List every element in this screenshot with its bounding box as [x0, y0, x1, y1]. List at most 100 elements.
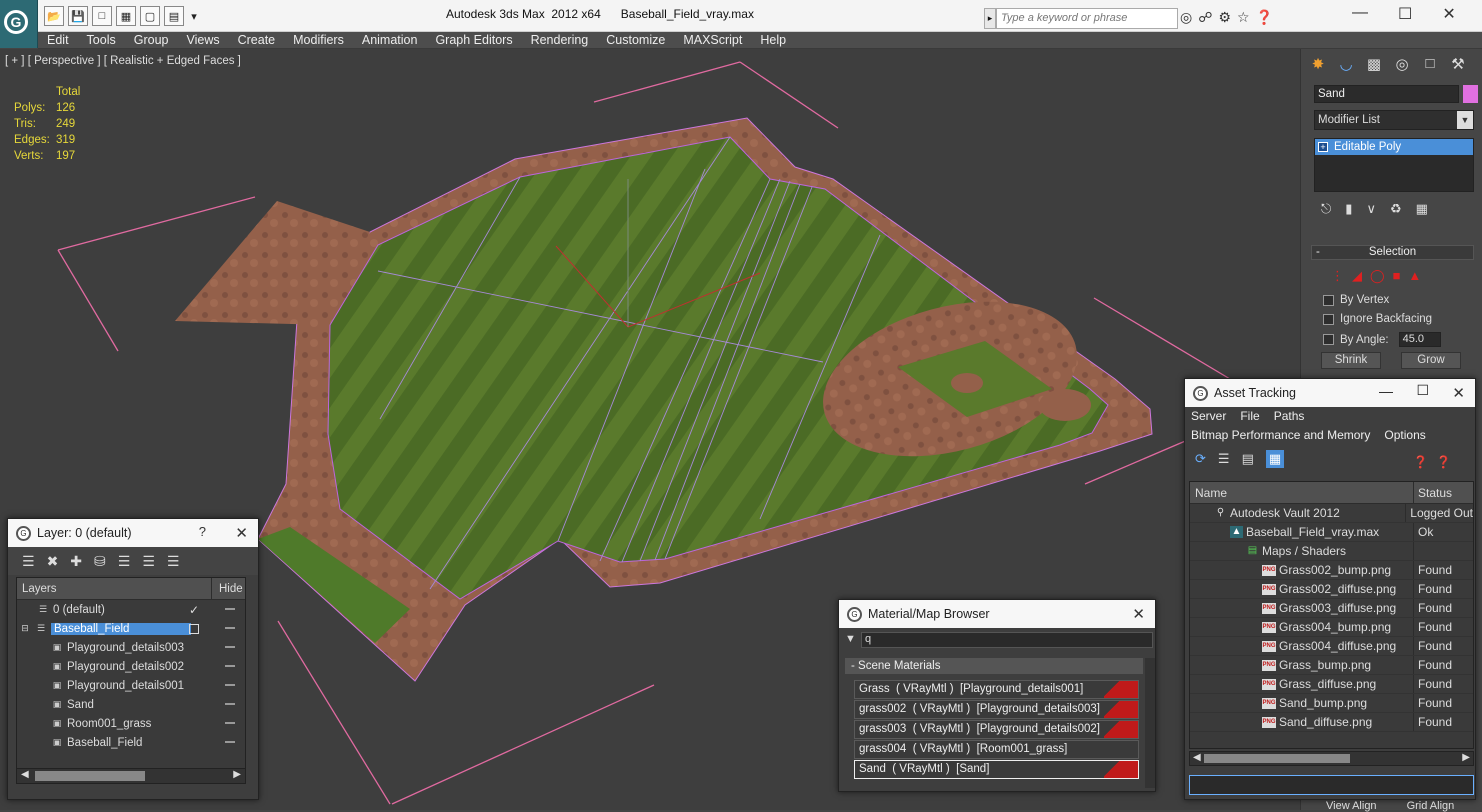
layer-row[interactable]: ▣ Playground_details001	[17, 676, 245, 695]
asset-row[interactable]: ⚲ Autodesk Vault 2012 Logged Out	[1190, 504, 1473, 523]
asset-row[interactable]: PNG Grass004_bump.png Found	[1190, 618, 1473, 637]
ignore-backfacing-checkbox[interactable]	[1323, 313, 1334, 325]
scroll-left-icon[interactable]: ◀	[1193, 752, 1201, 763]
select-objects-icon[interactable]: ⛁	[94, 553, 106, 570]
search-input[interactable]: Type a keyword or phrase	[996, 8, 1178, 29]
hide-toggle[interactable]	[225, 741, 235, 743]
remove-modifier-icon[interactable]: ♻	[1390, 201, 1402, 217]
asset-row[interactable]: PNG Grass002_bump.png Found	[1190, 561, 1473, 580]
configure-sets-icon[interactable]: ▦	[1416, 201, 1428, 217]
asset-path-field[interactable]	[1189, 775, 1474, 795]
viewport-label[interactable]: [ + ] [ Perspective ] [ Realistic + Edge…	[5, 55, 241, 67]
menu-options[interactable]: Options	[1384, 426, 1425, 445]
asset-horizontal-scrollbar[interactable]: ◀ ▶	[1189, 751, 1474, 766]
by-vertex-checkbox[interactable]	[1323, 294, 1334, 306]
qat-dropdown-icon[interactable]: ▾	[188, 6, 200, 26]
edge-icon[interactable]: ◢	[1352, 268, 1362, 284]
make-unique-icon[interactable]: ∨	[1366, 201, 1376, 217]
layer-row[interactable]: ⊟ ☰ Baseball_Field	[17, 619, 245, 638]
maximize-icon[interactable]: ☐	[1398, 4, 1412, 24]
grid-align-button[interactable]: Grid Align	[1407, 800, 1455, 812]
asset-row[interactable]: PNG Sand_bump.png Found	[1190, 694, 1473, 713]
scroll-thumb[interactable]	[1204, 754, 1350, 763]
pin-stack-icon[interactable]: ⎋	[1321, 201, 1331, 217]
asset-row[interactable]: PNG Sand_diffuse.png Found	[1190, 713, 1473, 732]
menu-file[interactable]: File	[1240, 407, 1259, 426]
menu-group[interactable]: Group	[125, 32, 178, 48]
menu-create[interactable]: Create	[229, 32, 285, 48]
minimize-icon[interactable]: —	[1379, 383, 1393, 399]
vertex-icon[interactable]: ⋮	[1331, 268, 1344, 284]
asset-row[interactable]: PNG Grass_diffuse.png Found	[1190, 675, 1473, 694]
layer-row[interactable]: ▣ Playground_details003	[17, 638, 245, 657]
close-icon[interactable]: ✕	[1442, 4, 1455, 24]
polygon-icon[interactable]: ■	[1393, 268, 1401, 284]
menu-animation[interactable]: Animation	[353, 32, 427, 48]
help-icon[interactable]: ❓	[1256, 9, 1273, 26]
asset-help-icons[interactable]: ❓❓	[1413, 455, 1459, 469]
scene-materials-group[interactable]: - Scene Materials	[845, 658, 1143, 674]
layer-horizontal-scrollbar[interactable]: ◀ ▶	[16, 768, 246, 784]
add-to-layer-icon[interactable]: ✚	[70, 553, 82, 570]
save-file-icon[interactable]: 💾	[68, 6, 88, 26]
material-search-input[interactable]: q	[861, 632, 1153, 648]
layer-panel-titlebar[interactable]: G Layer: 0 (default) ? ✕	[8, 519, 258, 547]
help-button[interactable]: ?	[199, 524, 206, 539]
modifier-list-dropdown[interactable]: Modifier List ▼	[1314, 110, 1474, 130]
subscription-icon[interactable]: ⚙	[1218, 9, 1231, 26]
material-vertical-scrollbar[interactable]	[1145, 658, 1155, 788]
freeze-all-layers-icon[interactable]: ☰	[167, 553, 180, 570]
menu-rendering[interactable]: Rendering	[522, 32, 598, 48]
hide-toggle[interactable]	[225, 608, 235, 610]
ignore-backfacing-option[interactable]: Ignore Backfacing	[1323, 313, 1432, 325]
tree-view-icon[interactable]: ▤	[1242, 451, 1254, 467]
asset-row[interactable]: PNG Grass003_diffuse.png Found	[1190, 599, 1473, 618]
binoculars-icon[interactable]: ◎	[1180, 9, 1192, 26]
object-name-field[interactable]: Sand	[1314, 85, 1459, 103]
border-icon[interactable]: ◯	[1370, 268, 1385, 284]
layer-row[interactable]: ☰ 0 (default) ✓	[17, 600, 245, 619]
view-align-button[interactable]: View Align	[1326, 800, 1377, 812]
asset-row[interactable]: ▲ Baseball_Field_vray.max Ok	[1190, 523, 1473, 542]
communication-icon[interactable]: ☍	[1198, 9, 1212, 26]
menu-bitmap-performance[interactable]: Bitmap Performance and Memory	[1191, 426, 1370, 445]
filter-dropdown-icon[interactable]: ▼	[845, 633, 856, 645]
material-row[interactable]: grass004 ( VRayMtl ) [Room001_grass]	[854, 740, 1139, 759]
grow-button[interactable]: Grow	[1401, 352, 1461, 369]
minimize-icon[interactable]: —	[1352, 4, 1368, 24]
menu-customize[interactable]: Customize	[597, 32, 674, 48]
menu-maxscript[interactable]: MAXScript	[674, 32, 751, 48]
layer-row[interactable]: ▣ Baseball_Field	[17, 733, 245, 752]
project-folder-icon[interactable]: ▤	[164, 6, 184, 26]
asset-tracking-titlebar[interactable]: G Asset Tracking — ☐ ✕	[1185, 379, 1475, 407]
layer-row[interactable]: ▣ Room001_grass	[17, 714, 245, 733]
col-layers[interactable]: Layers	[17, 578, 212, 599]
asset-row[interactable]: PNG Grass004_diffuse.png Found	[1190, 637, 1473, 656]
col-hide[interactable]: Hide	[212, 583, 243, 595]
expand-plus-icon[interactable]: +	[1318, 142, 1328, 152]
object-color-swatch[interactable]	[1463, 85, 1478, 103]
table-view-icon[interactable]: ▦	[1265, 450, 1285, 468]
scroll-right-icon[interactable]: ▶	[233, 769, 241, 780]
create-layer-icon[interactable]: ☰	[22, 553, 35, 570]
asset-row[interactable]: ▤ Maps / Shaders	[1190, 542, 1473, 561]
material-row[interactable]: Sand ( VRayMtl ) [Sand]	[854, 760, 1139, 779]
scroll-thumb[interactable]	[35, 771, 145, 781]
menu-server[interactable]: Server	[1191, 407, 1226, 426]
asset-row[interactable]: PNG Grass002_diffuse.png Found	[1190, 580, 1473, 599]
by-vertex-option[interactable]: By Vertex	[1323, 294, 1389, 306]
menu-help[interactable]: Help	[751, 32, 795, 48]
hide-toggle[interactable]	[225, 627, 235, 629]
maximize-icon[interactable]: ☐	[1416, 382, 1429, 399]
menu-modifiers[interactable]: Modifiers	[284, 32, 353, 48]
menu-views[interactable]: Views	[177, 32, 228, 48]
material-row[interactable]: Grass ( VRayMtl ) [Playground_details001…	[854, 680, 1139, 699]
layer-row[interactable]: ▣ Sand	[17, 695, 245, 714]
search-expand-icon[interactable]: ▸	[984, 8, 996, 29]
list-view-icon[interactable]: ☰	[1218, 451, 1230, 467]
hide-toggle[interactable]	[225, 665, 235, 667]
current-layer-box[interactable]	[189, 623, 199, 634]
show-end-result-icon[interactable]: ▮	[1345, 201, 1352, 217]
close-icon[interactable]: ✕	[235, 524, 248, 542]
asset-row[interactable]: PNG Grass_bump.png Found	[1190, 656, 1473, 675]
